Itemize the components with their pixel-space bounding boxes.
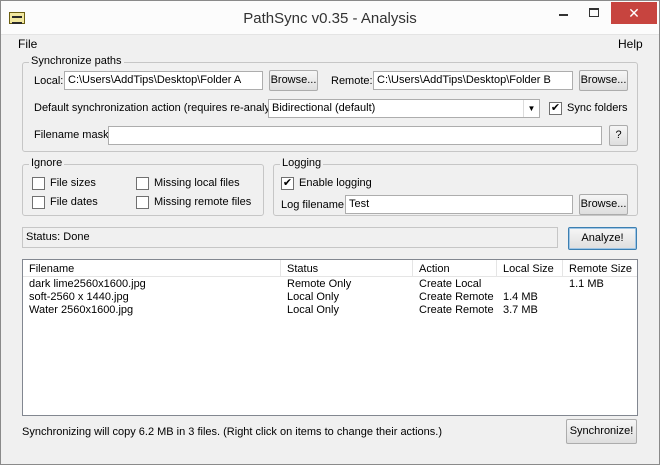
cell-local-size: 3.7 MB xyxy=(503,304,538,316)
cell-filename: Water 2560x1600.jpg xyxy=(29,304,134,316)
default-action-value: Bidirectional (default) xyxy=(272,102,376,114)
logging-group-label: Logging xyxy=(280,157,324,169)
cell-filename: soft-2560 x 1440.jpg xyxy=(29,291,129,303)
file-list-header: Filename Status Action Local Size Remote… xyxy=(23,260,637,277)
default-action-select[interactable]: Bidirectional (default) ▼ xyxy=(268,99,540,118)
filename-mask-label: Filename mask: xyxy=(34,129,112,141)
synchronize-button[interactable]: Synchronize! xyxy=(566,419,637,444)
ignore-missing-local-label: Missing local files xyxy=(154,177,240,189)
close-icon: ✕ xyxy=(628,5,640,21)
menu-bar: File Help xyxy=(1,35,659,53)
maximize-button[interactable] xyxy=(580,2,608,24)
cell-local-size: 1.4 MB xyxy=(503,291,538,303)
ignore-file-dates-label: File dates xyxy=(50,196,98,208)
sync-paths-group-label: Synchronize paths xyxy=(29,55,124,67)
menu-file[interactable]: File xyxy=(18,37,37,51)
close-button[interactable]: ✕ xyxy=(611,2,657,24)
enable-logging-label: Enable logging xyxy=(299,177,372,189)
local-path-input[interactable]: C:\Users\AddTips\Desktop\Folder A xyxy=(64,71,263,90)
column-action[interactable]: Action xyxy=(413,260,497,277)
table-row[interactable]: soft-2560 x 1440.jpg Local Only Create R… xyxy=(23,291,637,304)
column-local-size[interactable]: Local Size xyxy=(497,260,563,277)
ignore-missing-remote-checkbox[interactable] xyxy=(136,196,149,209)
mask-help-button[interactable]: ? xyxy=(609,125,628,146)
app-window: PathSync v0.35 - Analysis ✕ File Help Sy… xyxy=(0,0,660,465)
column-filename[interactable]: Filename xyxy=(23,260,281,277)
filename-mask-input[interactable] xyxy=(108,126,602,145)
ignore-file-dates-checkbox[interactable] xyxy=(32,196,45,209)
chevron-down-icon[interactable]: ▼ xyxy=(523,100,539,117)
cell-status: Remote Only xyxy=(287,278,352,290)
cell-action: Create Local xyxy=(419,278,482,290)
title-bar[interactable]: PathSync v0.35 - Analysis ✕ xyxy=(1,1,659,35)
ignore-missing-local-checkbox[interactable] xyxy=(136,177,149,190)
table-row[interactable]: dark lime2560x1600.jpg Remote Only Creat… xyxy=(23,278,637,291)
log-filename-label: Log filename: xyxy=(281,199,348,211)
sync-folders-checkbox[interactable]: ✔ xyxy=(549,102,562,115)
sync-folders-label: Sync folders xyxy=(567,102,628,114)
cell-filename: dark lime2560x1600.jpg xyxy=(29,278,146,290)
status-text: Status: Done xyxy=(26,231,90,243)
cell-action: Create Remote xyxy=(419,304,494,316)
menu-help[interactable]: Help xyxy=(618,37,643,51)
ignore-file-sizes-label: File sizes xyxy=(50,177,96,189)
minimize-button[interactable] xyxy=(549,2,577,24)
browse-local-button[interactable]: Browse... xyxy=(269,70,318,91)
local-label: Local: xyxy=(34,75,64,87)
remote-label: Remote: xyxy=(331,75,373,87)
cell-status: Local Only xyxy=(287,291,339,303)
log-filename-input[interactable]: Test xyxy=(345,195,573,214)
minimize-icon xyxy=(558,13,568,16)
file-list[interactable]: Filename Status Action Local Size Remote… xyxy=(22,259,638,416)
table-row[interactable]: Water 2560x1600.jpg Local Only Create Re… xyxy=(23,304,637,317)
analyze-button[interactable]: Analyze! xyxy=(568,227,637,250)
enable-logging-checkbox[interactable]: ✔ xyxy=(281,177,294,190)
ignore-group-label: Ignore xyxy=(29,157,65,169)
browse-remote-button[interactable]: Browse... xyxy=(579,70,628,91)
column-status[interactable]: Status xyxy=(281,260,413,277)
browse-log-button[interactable]: Browse... xyxy=(579,194,628,215)
ignore-missing-remote-label: Missing remote files xyxy=(154,196,252,208)
cell-status: Local Only xyxy=(287,304,339,316)
cell-remote-size: 1.1 MB xyxy=(569,278,604,290)
maximize-icon xyxy=(589,8,599,18)
status-bar: Status: Done xyxy=(22,227,558,248)
default-action-label: Default synchronization action (requires… xyxy=(34,102,289,114)
remote-path-input[interactable]: C:\Users\AddTips\Desktop\Folder B xyxy=(373,71,573,90)
sync-summary-text: Synchronizing will copy 6.2 MB in 3 file… xyxy=(22,426,443,438)
cell-action: Create Remote xyxy=(419,291,494,303)
column-remote-size[interactable]: Remote Size xyxy=(563,260,637,277)
ignore-file-sizes-checkbox[interactable] xyxy=(32,177,45,190)
